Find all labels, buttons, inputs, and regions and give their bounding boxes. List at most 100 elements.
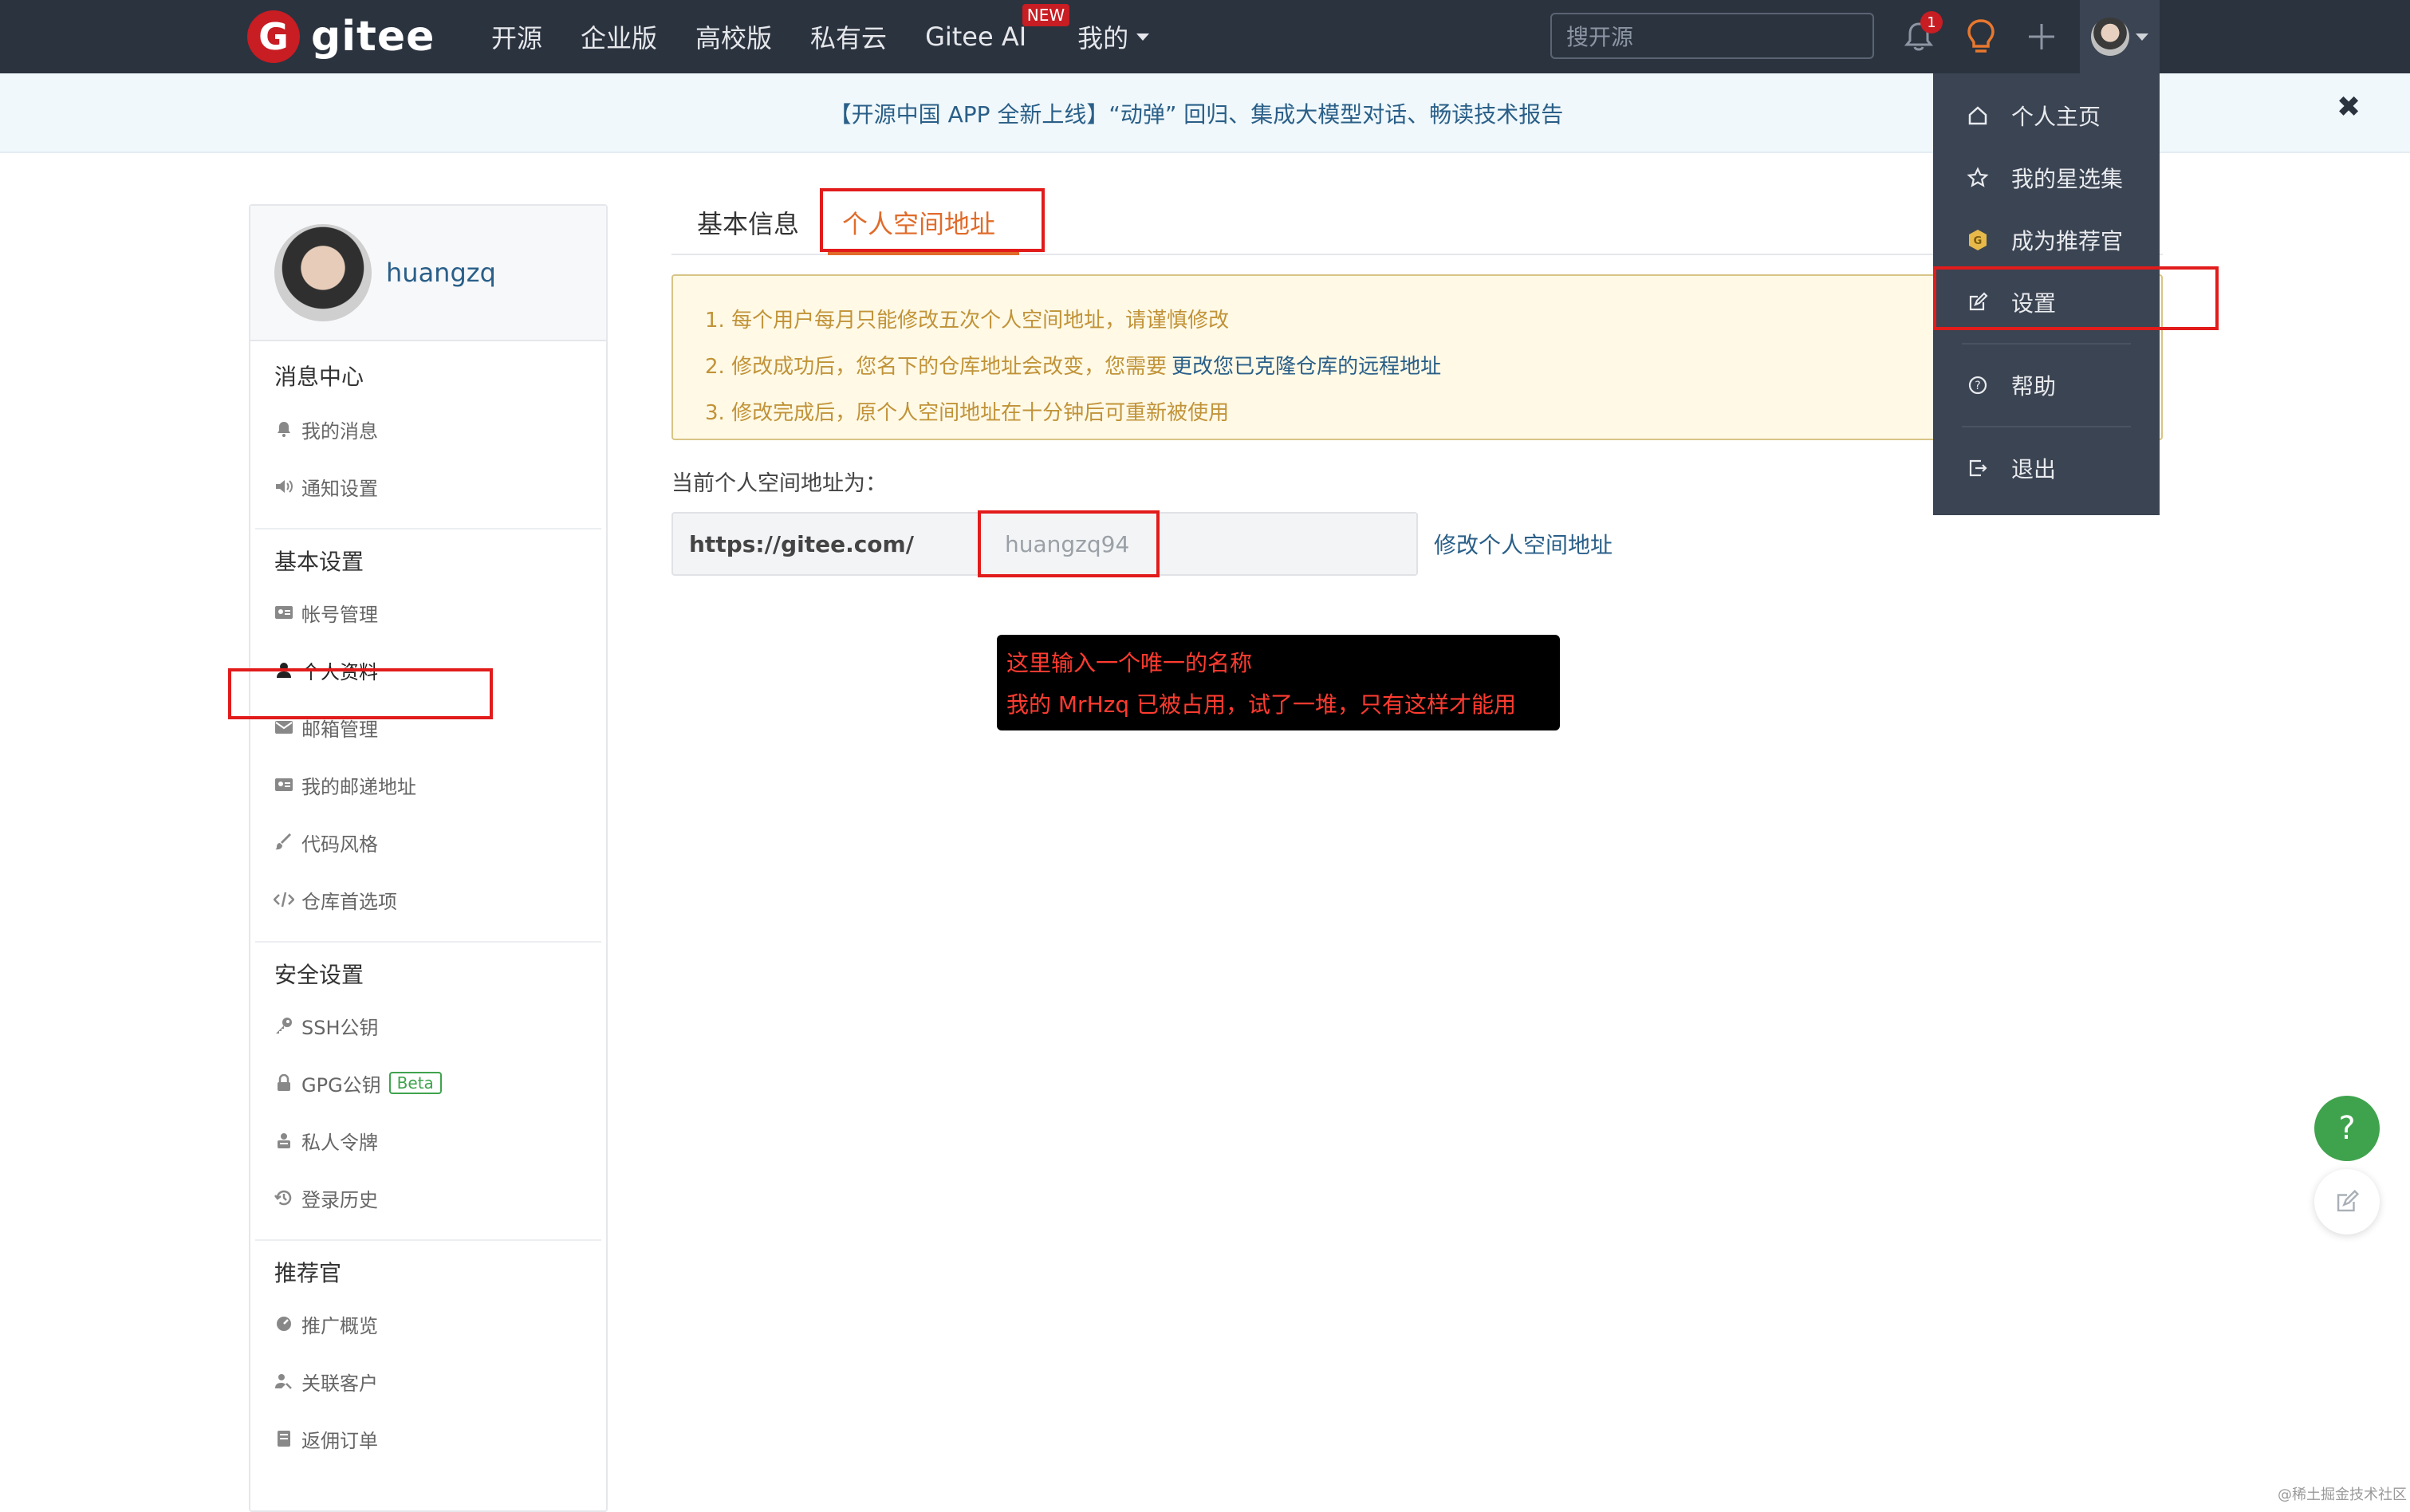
sidebar-item-label: 我的消息 bbox=[301, 419, 378, 443]
sidebar-item-code-style[interactable]: 代码风格 bbox=[250, 813, 606, 871]
user-menu-toggle[interactable] bbox=[2080, 0, 2160, 73]
update-remote-link[interactable]: 更改您已克隆仓库的远程地址 bbox=[1172, 350, 1441, 380]
sidebar-item-label: 我的邮递地址 bbox=[301, 775, 416, 798]
nav-enterprise[interactable]: 企业版 bbox=[581, 18, 657, 55]
notice-line-2: 2. 修改成功后，您名下的仓库地址会改变，您需要 更改您已克隆仓库的远程地址 bbox=[705, 341, 2129, 388]
dropdown-item-label: 成为推荐官 bbox=[2011, 228, 2124, 254]
divider bbox=[255, 528, 601, 530]
highlight-box-profile bbox=[228, 668, 493, 719]
sidebar-item-label: 私人令牌 bbox=[301, 1131, 378, 1154]
dropdown-item-referral[interactable]: G 成为推荐官 bbox=[1933, 209, 2160, 271]
highlight-box-input bbox=[978, 510, 1160, 577]
nav-gitee-ai[interactable]: Gitee AI NEW bbox=[925, 4, 1070, 52]
main-nav: 开源 企业版 高校版 私有云 Gitee AI NEW 我的 bbox=[491, 0, 1187, 73]
sidebar-item-label: 返佣订单 bbox=[301, 1429, 378, 1452]
username-link[interactable]: huangzq bbox=[386, 258, 496, 288]
avatar bbox=[2091, 18, 2129, 56]
lock-icon bbox=[273, 1072, 295, 1094]
sidebar-item-gpg-keys[interactable]: GPG公钥 Beta bbox=[250, 1054, 606, 1112]
sidebar-item-label: 关联客户 bbox=[301, 1372, 378, 1395]
dropdown-item-starred[interactable]: 我的星选集 bbox=[1933, 147, 2160, 209]
dropdown-item-label: 退出 bbox=[2011, 456, 2057, 482]
annotation-line-2: 我的 MrHzq 已被占用，试了一堆，只有这样才能用 bbox=[1006, 691, 1516, 718]
modify-space-address-link[interactable]: 修改个人空间地址 bbox=[1434, 528, 1613, 560]
logout-icon bbox=[1965, 455, 1991, 481]
notification-count: 1 bbox=[1920, 11, 1943, 33]
sidebar-item-linked-customers[interactable]: 关联客户 bbox=[250, 1353, 606, 1410]
chart-icon bbox=[273, 1313, 295, 1335]
watermark: @稀土掘金技术社区 bbox=[2278, 1486, 2407, 1503]
section-title-referral: 推荐官 bbox=[274, 1260, 342, 1286]
notice-line-2-text: 2. 修改成功后，您名下的仓库地址会改变，您需要 bbox=[705, 354, 1168, 379]
divider bbox=[255, 1239, 601, 1241]
sidebar-item-commission-orders[interactable]: 返佣订单 bbox=[250, 1410, 606, 1467]
dropdown-item-homepage[interactable]: 个人主页 bbox=[1933, 85, 2160, 147]
sidebar-item-repo-preferences[interactable]: 仓库首选项 bbox=[250, 871, 606, 928]
plus-icon[interactable] bbox=[2026, 21, 2058, 53]
sidebar-item-personal-tokens[interactable]: 私人令牌 bbox=[250, 1112, 606, 1169]
current-address-label: 当前个人空间地址为： bbox=[671, 471, 887, 496]
nav-mine-label: 我的 bbox=[1077, 23, 1129, 53]
avatar[interactable] bbox=[274, 224, 372, 321]
notice-line-1: 1. 每个用户每月只能修改五次个人空间地址，请谨慎修改 bbox=[705, 308, 1230, 333]
dropdown-item-logout[interactable]: 退出 bbox=[1933, 437, 2160, 499]
nav-open-source[interactable]: 开源 bbox=[491, 18, 542, 55]
chevron-down-icon bbox=[1136, 33, 1150, 41]
home-icon bbox=[1965, 103, 1991, 128]
id-card-icon bbox=[273, 774, 295, 796]
gitee-logo-icon: G bbox=[247, 10, 300, 63]
sidebar-item-notification-settings[interactable]: 通知设置 bbox=[250, 458, 606, 515]
sidebar-item-label: 通知设置 bbox=[301, 477, 378, 500]
code-icon bbox=[273, 888, 295, 911]
sidebar-item-ssh-keys[interactable]: SSH公钥 bbox=[250, 997, 606, 1054]
key-icon bbox=[273, 1014, 295, 1037]
history-icon bbox=[273, 1187, 295, 1209]
divider bbox=[255, 941, 601, 943]
section-title-messages: 消息中心 bbox=[274, 364, 364, 390]
nav-gitee-ai-label: Gitee AI bbox=[925, 22, 1027, 52]
star-icon bbox=[1965, 165, 1991, 191]
speaker-icon bbox=[273, 475, 295, 498]
nav-private-cloud[interactable]: 私有云 bbox=[810, 18, 887, 55]
highlight-box-settings bbox=[1933, 266, 2219, 330]
active-tab-indicator bbox=[828, 252, 1019, 255]
sidebar-item-label: 代码风格 bbox=[301, 833, 378, 856]
lightbulb-icon[interactable] bbox=[1963, 18, 1998, 56]
divider bbox=[1962, 343, 2131, 345]
dropdown-item-label: 帮助 bbox=[2011, 373, 2057, 400]
envelope-icon bbox=[273, 716, 295, 738]
url-prefix: https://gitee.com/ bbox=[673, 514, 981, 574]
brush-icon bbox=[273, 831, 295, 853]
sidebar-item-label: SSH公钥 bbox=[301, 1016, 379, 1039]
dropdown-item-help[interactable]: ? 帮助 bbox=[1933, 354, 2160, 416]
id-card-icon bbox=[273, 601, 295, 624]
section-title-security: 安全设置 bbox=[274, 962, 364, 988]
sidebar-item-my-messages[interactable]: 我的消息 bbox=[250, 400, 606, 458]
nav-education[interactable]: 高校版 bbox=[695, 18, 772, 55]
referral-badge-icon: G bbox=[1965, 227, 1991, 253]
top-navbar: G gitee 开源 企业版 高校版 私有云 Gitee AI NEW 我的 搜… bbox=[0, 0, 2410, 73]
edit-icon bbox=[2337, 1189, 2360, 1212]
gitee-logo[interactable]: G gitee bbox=[247, 10, 435, 64]
sidebar-item-label: 帐号管理 bbox=[301, 603, 378, 626]
nav-mine[interactable]: 我的 bbox=[1077, 18, 1150, 55]
search-input[interactable]: 搜开源 bbox=[1550, 13, 1874, 59]
chevron-down-icon bbox=[2136, 33, 2148, 41]
tab-basic-info[interactable]: 基本信息 bbox=[697, 204, 799, 241]
highlight-box-tab bbox=[820, 188, 1045, 252]
token-icon bbox=[273, 1129, 295, 1152]
annotation-line-1: 这里输入一个唯一的名称 bbox=[1006, 650, 1253, 676]
sidebar-item-mailing-address[interactable]: 我的邮递地址 bbox=[250, 756, 606, 813]
sidebar-item-referral-overview[interactable]: 推广概览 bbox=[250, 1295, 606, 1353]
sidebar-item-account[interactable]: 帐号管理 bbox=[250, 584, 606, 641]
sidebar-item-login-history[interactable]: 登录历史 bbox=[250, 1169, 606, 1227]
close-icon[interactable]: ✖ bbox=[2337, 91, 2361, 124]
dropdown-item-label: 我的星选集 bbox=[2011, 166, 2124, 192]
dropdown-item-label: 个人主页 bbox=[2011, 104, 2101, 130]
help-button[interactable]: ? bbox=[2314, 1096, 2380, 1161]
svg-text:G: G bbox=[1974, 235, 1983, 247]
annotation-note: 这里输入一个唯一的名称 我的 MrHzq 已被占用，试了一堆，只有这样才能用 bbox=[997, 635, 1560, 730]
user-link-icon bbox=[273, 1370, 295, 1392]
sidebar-item-label: 登录历史 bbox=[301, 1188, 378, 1211]
feedback-button[interactable] bbox=[2314, 1169, 2380, 1234]
